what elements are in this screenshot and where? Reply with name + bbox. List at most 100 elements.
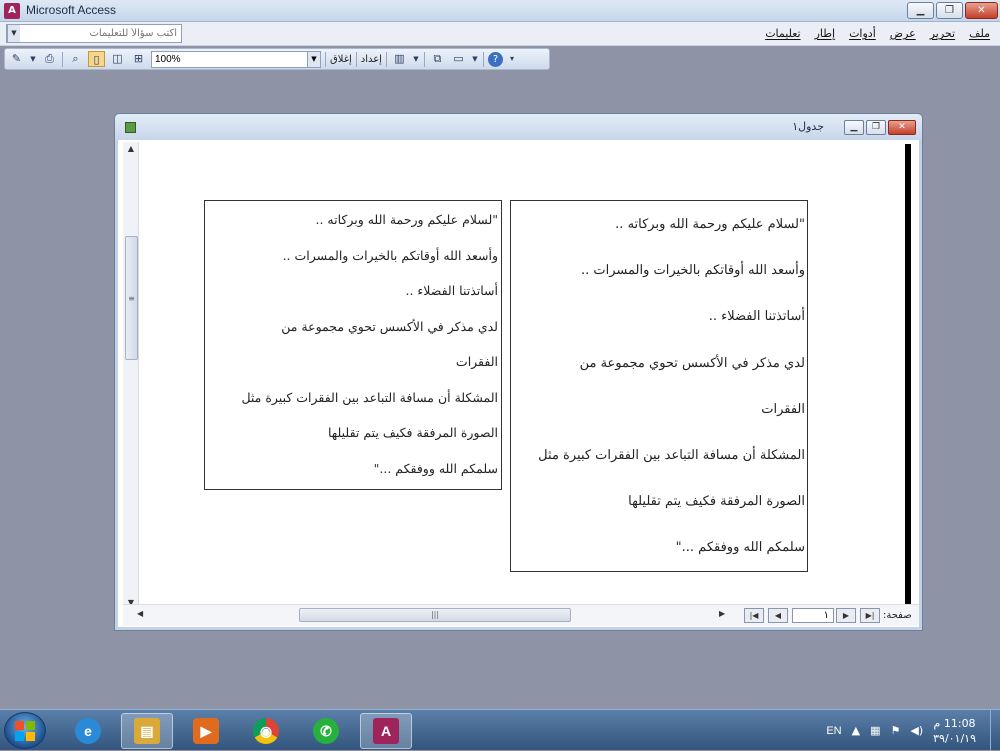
page-setup-button[interactable]: إعداد <box>361 54 382 65</box>
two-pages-icon[interactable]: ◫ <box>109 51 126 67</box>
memo-line: المشكلة أن مسافة التباعد بين الفقرات كبي… <box>538 447 805 463</box>
memo-line: لدي مذكر في الأكسس تحوي مجموعة من <box>281 318 498 334</box>
restore-button[interactable]: ❐ <box>936 2 963 19</box>
help-question-input[interactable] <box>20 25 181 42</box>
memo-line: "لسلام عليكم ورحمة الله وبركاته .. <box>315 212 498 227</box>
menu-items: ملف تحرير عرض أدوات إطار تعليمات <box>765 27 990 40</box>
document-title-bar: جدول١ ▁ ❐ ✕ <box>115 114 922 140</box>
design-view-icon[interactable]: ✎ <box>8 51 25 67</box>
close-preview-button[interactable]: إغلاق <box>330 54 352 65</box>
page-number-input[interactable]: ١ <box>792 608 834 623</box>
internet-explorer-icon: e <box>75 718 101 744</box>
scroll-right-icon[interactable]: ▶ <box>719 609 725 618</box>
help-question-box[interactable]: ▼ <box>6 24 182 43</box>
minimize-button[interactable]: ▁ <box>907 2 934 19</box>
memo-line: أساتذتنا الفضلاء .. <box>405 283 498 298</box>
first-page-button[interactable]: |◀ <box>744 608 764 623</box>
multiple-pages-icon[interactable]: ⊞ <box>130 51 147 67</box>
scroll-up-icon[interactable]: ▲ <box>123 144 139 153</box>
horizontal-scroll-thumb[interactable]: ||| <box>299 608 571 622</box>
previous-page-button[interactable]: ◀ <box>768 608 788 623</box>
system-tray: EN ▲ ▦ ⚑ ◀) 11:08 م ٣٩/٠١/١٩ <box>826 710 992 751</box>
last-page-button[interactable]: ▶| <box>860 608 880 623</box>
next-page-button[interactable]: ▶ <box>836 608 856 623</box>
memo-line: لدي مذكر في الأكسس تحوي مجموعة من <box>579 355 805 371</box>
menu-window[interactable]: إطار <box>815 27 835 40</box>
taskbar-app-internet-explorer[interactable]: e <box>62 713 114 749</box>
memo-line: المشكلة أن مسافة التباعد بين الفقرات كبي… <box>241 389 498 405</box>
toolbar-options-icon[interactable]: ▾ <box>507 51 517 67</box>
page-label: صفحة: <box>883 610 912 621</box>
close-button[interactable]: ✕ <box>965 2 998 19</box>
taskbar-app-whatsapp[interactable]: ✆ <box>300 713 352 749</box>
toolbar-separator <box>423 51 425 67</box>
database-window-icon[interactable]: ⧉ <box>429 51 446 67</box>
scroll-left-icon[interactable]: ◀ <box>137 609 143 618</box>
show-hidden-icons-icon[interactable]: ▲ <box>852 724 860 737</box>
taskbar-app-media-player[interactable]: ▶ <box>180 713 232 749</box>
clock[interactable]: 11:08 م ٣٩/٠١/١٩ <box>933 716 976 746</box>
memo-line: الفقرات <box>455 354 498 369</box>
toolbar-separator <box>325 51 326 67</box>
show-desktop-button[interactable] <box>990 710 1000 751</box>
toolbar-separator <box>62 51 63 67</box>
page-edge-bar <box>905 144 911 606</box>
chrome-icon: ◉ <box>253 718 279 744</box>
access-app-icon: A <box>4 3 20 19</box>
toolbar-separator <box>482 51 484 67</box>
menu-file[interactable]: ملف <box>969 27 990 40</box>
menu-edit[interactable]: تحرير <box>930 27 955 40</box>
clock-date: ٣٩/٠١/١٩ <box>933 731 976 745</box>
memo-line: سلمكم الله ووفقكم ..." <box>675 540 805 556</box>
language-indicator[interactable]: EN <box>826 725 841 737</box>
media-player-icon: ▶ <box>193 718 219 744</box>
zoom-icon[interactable]: ⌕ <box>67 51 84 67</box>
folder-icon: ▤ <box>134 718 160 744</box>
menu-tools[interactable]: أدوات <box>849 27 876 40</box>
taskbar-app-chrome[interactable]: ◉ <box>240 713 292 749</box>
document-title: جدول١ <box>792 120 824 133</box>
document-minimize-button[interactable]: ▁ <box>844 120 864 135</box>
office-links-icon[interactable]: ▥ <box>391 51 408 67</box>
app-title: Microsoft Access <box>26 3 117 17</box>
menu-help[interactable]: تعليمات <box>765 27 800 40</box>
vertical-scroll-thumb[interactable]: ≡ <box>125 236 138 360</box>
action-center-icon[interactable]: ⚑ <box>890 724 900 737</box>
zoom-value: 100% <box>155 53 181 65</box>
chevron-down-icon[interactable]: ▼ <box>29 51 37 67</box>
print-icon[interactable]: ⎙ <box>41 51 58 67</box>
document-restore-button[interactable]: ❐ <box>866 120 886 135</box>
report-preview-window: جدول١ ▁ ❐ ✕ ▲ ≡ ▼ "لسلام عليكم ورحمة الل… <box>114 113 923 631</box>
new-object-icon[interactable]: ▭ <box>450 51 467 67</box>
taskbar-app-file-explorer[interactable]: ▤ <box>121 713 173 749</box>
chevron-down-icon[interactable]: ▼ <box>7 25 20 42</box>
memo-line: سلمكم الله ووفقكم ..." <box>373 460 498 476</box>
memo-line: وأسعد الله أوقاتكم بالخيرات والمسرات .. <box>282 247 498 263</box>
memo-line: "لسلام عليكم ورحمة الله وبركاته .. <box>615 217 805 232</box>
zoom-select[interactable]: 100% ▼ <box>151 50 321 68</box>
memo-field-large: "لسلام عليكم ورحمة الله وبركاته .. وأسعد… <box>510 200 808 572</box>
chevron-down-icon[interactable]: ▼ <box>307 51 320 67</box>
clock-time: 11:08 م <box>933 716 976 730</box>
memo-field-small: "لسلام عليكم ورحمة الله وبركاته .. وأسعد… <box>204 200 502 490</box>
help-icon[interactable]: ? <box>487 51 503 67</box>
chevron-down-icon[interactable]: ▼ <box>471 51 479 67</box>
title-bar: A Microsoft Access ▁ ❐ ✕ <box>0 0 1000 22</box>
volume-icon[interactable]: ◀) <box>910 724 923 737</box>
network-icon[interactable]: ▦ <box>870 724 880 737</box>
menu-bar: ▼ ملف تحرير عرض أدوات إطار تعليمات <box>0 22 1000 46</box>
memo-line: الصورة المرفقة فكيف يتم تقليلها <box>628 494 805 510</box>
print-preview-toolbar: ✎ ▼ ⎙ ⌕ ▯ ◫ ⊞ 100% ▼ إغلاق إعداد ▥ ▼ ⧉ ▭… <box>4 48 550 70</box>
vertical-scrollbar[interactable]: ▲ ≡ ▼ <box>123 142 139 612</box>
document-close-button[interactable]: ✕ <box>888 120 916 135</box>
menu-view[interactable]: عرض <box>890 27 916 40</box>
one-page-icon[interactable]: ▯ <box>88 51 105 67</box>
table-icon <box>125 122 136 133</box>
chevron-down-icon[interactable]: ▼ <box>412 51 420 67</box>
windows-logo-icon <box>15 721 35 741</box>
start-button[interactable] <box>4 712 46 749</box>
whatsapp-icon: ✆ <box>313 718 339 744</box>
toolbar-separator <box>355 51 357 67</box>
taskbar-app-access[interactable]: A <box>360 713 412 749</box>
toolbar-separator <box>385 51 387 67</box>
